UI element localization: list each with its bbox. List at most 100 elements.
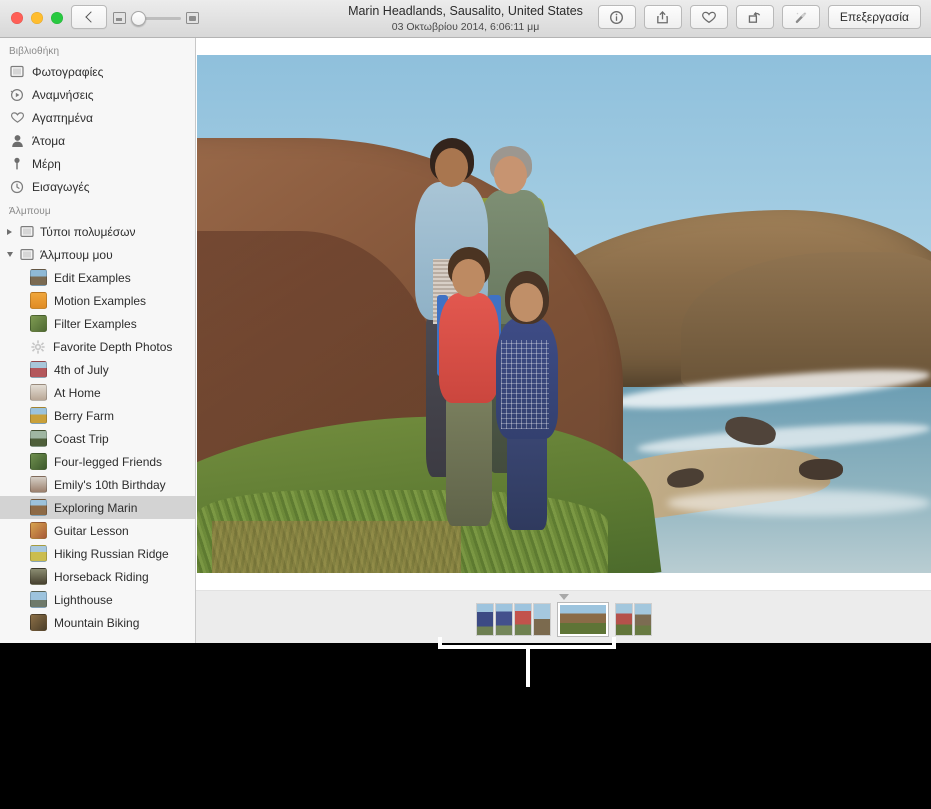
sidebar-group-my-albums[interactable]: Άλμπουμ μου xyxy=(0,243,195,266)
album-thumbnail xyxy=(30,315,47,332)
sidebar-album-label: Lighthouse xyxy=(54,592,113,607)
filmstrip-thumb-4[interactable] xyxy=(532,603,551,636)
filmstrip-callout-stem xyxy=(526,649,530,687)
sidebar-group-label: Τύποι πολυμέσων xyxy=(40,224,136,239)
enhance-button[interactable] xyxy=(781,5,820,29)
edit-button[interactable]: Επεξεργασία xyxy=(827,5,921,29)
girl-dress-pattern xyxy=(500,339,550,429)
memories-icon xyxy=(9,87,25,103)
album-thumbnail xyxy=(30,361,47,378)
window-controls xyxy=(11,12,63,24)
back-button[interactable] xyxy=(71,5,107,29)
sidebar-album-lighthouse[interactable]: Lighthouse xyxy=(0,588,195,611)
disclosure-triangle-collapsed[interactable] xyxy=(5,228,14,235)
boy-legs xyxy=(445,396,493,526)
sidebar-group-label: Άλμπουμ μου xyxy=(40,247,113,262)
folder-icon xyxy=(19,247,35,263)
chevron-left-icon xyxy=(84,11,97,23)
filmstrip-group xyxy=(475,603,551,636)
mother-head xyxy=(434,148,468,187)
sidebar-group-media-types[interactable]: Τύποι πολυμέσων xyxy=(0,220,195,243)
sidebar-album-label: Favorite Depth Photos xyxy=(53,339,173,354)
sidebar-item-people[interactable]: Άτομα xyxy=(0,129,195,152)
sidebar-album-label: Berry Farm xyxy=(54,408,114,423)
filmstrip-thumbnails[interactable] xyxy=(196,603,931,636)
info-icon xyxy=(610,10,624,24)
sidebar-item-label: Αναμνήσεις xyxy=(32,87,94,102)
filmstrip-thumb-2[interactable] xyxy=(494,603,513,636)
sidebar-album-coast-trip[interactable]: Coast Trip xyxy=(0,427,195,450)
sidebar-album-exploring-marin[interactable]: Exploring Marin xyxy=(0,496,195,519)
sidebar-album-horseback-riding[interactable]: Horseback Riding xyxy=(0,565,195,588)
selected-photo-marker xyxy=(558,594,569,600)
sidebar-item-memories[interactable]: Αναμνήσεις xyxy=(0,83,195,106)
sidebar-album-four-legged-friends[interactable]: Four-legged Friends xyxy=(0,450,195,473)
titlebar: Marin Headlands, Sausalito, United State… xyxy=(0,0,931,38)
photo-viewer[interactable] xyxy=(197,55,931,573)
sidebar-item-imports[interactable]: Εισαγωγές xyxy=(0,175,195,198)
rock xyxy=(798,459,843,480)
disclosure-triangle-expanded[interactable] xyxy=(5,252,14,257)
album-thumbnail xyxy=(30,568,47,585)
minimize-button[interactable] xyxy=(31,12,43,24)
album-thumbnail xyxy=(30,269,47,286)
heart-icon xyxy=(9,110,25,126)
filmstrip-thumb-1[interactable] xyxy=(475,603,494,636)
sidebar-album-mountain-biking[interactable]: Mountain Biking xyxy=(0,611,195,634)
sidebar-album-favorite-depth-photos[interactable]: Favorite Depth Photos xyxy=(0,335,195,358)
sidebar-item-favorites[interactable]: Αγαπημένα xyxy=(0,106,195,129)
favorite-button[interactable] xyxy=(689,5,728,29)
gear-icon xyxy=(30,339,46,355)
album-thumbnail xyxy=(30,292,47,309)
large-thumbnail-icon xyxy=(186,12,199,24)
filmstrip-thumb-6[interactable] xyxy=(614,603,633,636)
zoom-slider-knob[interactable] xyxy=(131,10,146,26)
sidebar-album-hiking-russian-ridge[interactable]: Hiking Russian Ridge xyxy=(0,542,195,565)
sidebar-album-motion-examples[interactable]: Motion Examples xyxy=(0,289,195,312)
sidebar-album-berry-farm[interactable]: Berry Farm xyxy=(0,404,195,427)
sidebar-album-label: Coast Trip xyxy=(54,431,109,446)
sidebar-item-label: Εισαγωγές xyxy=(32,179,90,194)
sidebar-album-emilys-10th-birthday[interactable]: Emily's 10th Birthday xyxy=(0,473,195,496)
sidebar-album-label: 4th of July xyxy=(54,362,109,377)
album-thumbnail xyxy=(30,407,47,424)
sidebar-section-albums: Άλμπουμ xyxy=(9,206,51,217)
sidebar-album-label: At Home xyxy=(54,385,101,400)
album-thumbnail xyxy=(30,591,47,608)
filmstrip[interactable] xyxy=(196,590,931,643)
girl-legs xyxy=(507,432,548,530)
sidebar-album-4th-of-july[interactable]: 4th of July xyxy=(0,358,195,381)
sidebar-item-label: Μέρη xyxy=(32,156,61,171)
sidebar-album-at-home[interactable]: At Home xyxy=(0,381,195,404)
share-icon xyxy=(657,10,669,23)
window-body: Βιβλιοθήκη Φωτογραφίες Αναμνήσεις Αγαπημ… xyxy=(0,38,931,643)
share-button[interactable] xyxy=(643,5,682,29)
rotate-button[interactable] xyxy=(735,5,774,29)
sidebar[interactable]: Βιβλιοθήκη Φωτογραφίες Αναμνήσεις Αγαπημ… xyxy=(0,38,196,643)
sidebar-album-label: Guitar Lesson xyxy=(54,523,129,538)
surf-line xyxy=(666,490,931,516)
zoom-slider-track[interactable] xyxy=(131,10,181,26)
album-thumbnail xyxy=(30,614,47,631)
sidebar-album-label: Exploring Marin xyxy=(54,500,138,515)
sidebar-item-places[interactable]: Μέρη xyxy=(0,152,195,175)
close-button[interactable] xyxy=(11,12,23,24)
zoom-button[interactable] xyxy=(51,12,63,24)
album-thumbnail xyxy=(30,545,47,562)
toolbar-actions: Επεξεργασία xyxy=(597,5,921,29)
zoom-slider[interactable] xyxy=(113,9,199,27)
sidebar-album-guitar-lesson[interactable]: Guitar Lesson xyxy=(0,519,195,542)
sidebar-album-filter-examples[interactable]: Filter Examples xyxy=(0,312,195,335)
sidebar-item-photos[interactable]: Φωτογραφίες xyxy=(0,60,195,83)
filmstrip-thumb-3[interactable] xyxy=(513,603,532,636)
album-thumbnail xyxy=(30,430,47,447)
sidebar-item-label: Άτομα xyxy=(32,133,66,148)
filmstrip-group xyxy=(614,603,652,636)
info-button[interactable] xyxy=(597,5,636,29)
album-thumbnail xyxy=(30,453,47,470)
filmstrip-thumb-7[interactable] xyxy=(633,603,652,636)
main-content xyxy=(196,38,931,643)
album-thumbnail xyxy=(30,522,47,539)
sidebar-album-edit-examples[interactable]: Edit Examples xyxy=(0,266,195,289)
filmstrip-thumb-5[interactable] xyxy=(557,603,608,636)
